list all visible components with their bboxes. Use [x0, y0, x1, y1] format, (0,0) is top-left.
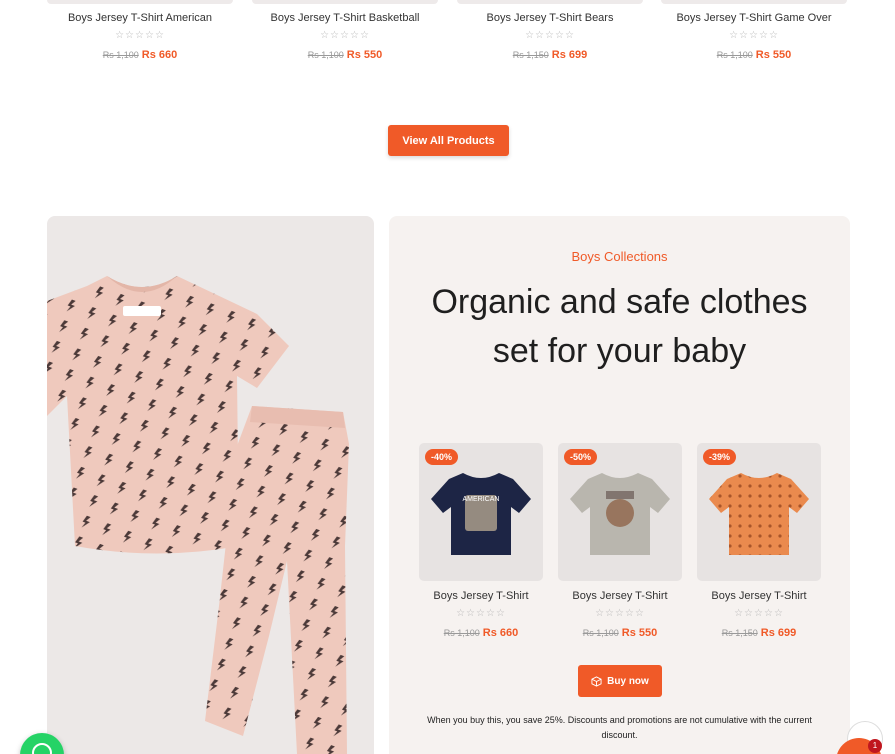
sale-price: Rs 550	[621, 627, 658, 639]
product-image[interactable]	[47, 0, 233, 4]
product-price: Rs 1,100 Rs 550	[661, 49, 847, 61]
product-title[interactable]: Boys Jersey T-Shirt	[558, 590, 682, 602]
buy-now-label: Buy now	[607, 675, 649, 687]
product-price: Rs 1,100 Rs 660	[419, 627, 543, 639]
product-image[interactable]: -39%	[697, 443, 821, 581]
collection-product-card[interactable]: -50% Boys Jersey T-Shirt ☆☆☆☆☆ Rs 1,100 R…	[558, 443, 682, 639]
old-price: Rs 1,100	[582, 628, 619, 638]
product-price: Rs 1,100 Rs 550	[252, 49, 438, 61]
rating-stars: ☆☆☆☆☆	[729, 30, 779, 41]
svg-text:AMERICAN: AMERICAN	[463, 496, 500, 503]
product-price: Rs 1,150 Rs 699	[697, 627, 821, 639]
product-price: Rs 1,100 Rs 550	[558, 627, 682, 639]
product-title[interactable]: Boys Jersey T-Shirt Game Over	[661, 12, 847, 24]
sale-price: Rs 550	[346, 49, 383, 61]
product-title[interactable]: Boys Jersey T-Shirt American	[47, 12, 233, 24]
collection-product-card[interactable]: -40% AMERICAN Boys Jersey T-Shirt ☆☆☆☆☆ …	[419, 443, 543, 639]
whatsapp-icon[interactable]	[20, 733, 64, 754]
buy-now-button[interactable]: Buy now	[578, 665, 662, 697]
collection-kicker: Boys Collections	[571, 249, 668, 264]
product-card[interactable]: Boys Jersey T-Shirt Bears ☆☆☆☆☆ Rs 1,150…	[457, 0, 643, 61]
old-price: Rs 1,150	[512, 50, 549, 60]
bundle-savings-note: When you buy this, you save 25%. Discoun…	[427, 715, 812, 740]
old-price: Rs 1,100	[307, 50, 344, 60]
cart-count-badge: 1	[868, 739, 882, 753]
product-title[interactable]: Boys Jersey T-Shirt	[697, 590, 821, 602]
sale-price: Rs 550	[755, 49, 792, 61]
sale-price: Rs 699	[760, 627, 797, 639]
discount-badge: -50%	[564, 449, 598, 465]
product-card[interactable]: Boys Jersey T-Shirt American ☆☆☆☆☆ Rs 1,…	[47, 0, 233, 61]
product-title[interactable]: Boys Jersey T-Shirt Basketball	[252, 12, 438, 24]
old-price: Rs 1,100	[102, 50, 139, 60]
product-price: Rs 1,150 Rs 699	[457, 49, 643, 61]
pajama-set-illustration	[47, 276, 349, 754]
rating-stars: ☆☆☆☆☆	[456, 608, 506, 619]
rating-stars: ☆☆☆☆☆	[525, 30, 575, 41]
product-image[interactable]: -50%	[558, 443, 682, 581]
product-card[interactable]: Boys Jersey T-Shirt Basketball ☆☆☆☆☆ Rs …	[252, 0, 438, 61]
old-price: Rs 1,100	[716, 50, 753, 60]
product-image[interactable]	[661, 0, 847, 4]
old-price: Rs 1,100	[443, 628, 480, 638]
sale-price: Rs 699	[551, 49, 588, 61]
product-card[interactable]: Boys Jersey T-Shirt Game Over ☆☆☆☆☆ Rs 1…	[661, 0, 847, 61]
product-price: Rs 1,100 Rs 660	[47, 49, 233, 61]
discount-badge: -40%	[425, 449, 459, 465]
top-product-row: Boys Jersey T-Shirt American ☆☆☆☆☆ Rs 1,…	[47, 0, 850, 80]
collection-product-card[interactable]: -39% Boys Jersey T-Shirt ☆☆☆☆☆ Rs 1,150 R…	[697, 443, 821, 639]
rating-stars: ☆☆☆☆☆	[115, 30, 165, 41]
product-title[interactable]: Boys Jersey T-Shirt	[419, 590, 543, 602]
view-all-products-button[interactable]: View All Products	[388, 125, 509, 156]
box-icon	[591, 675, 602, 687]
sale-price: Rs 660	[141, 49, 178, 61]
rating-stars: ☆☆☆☆☆	[734, 608, 784, 619]
discount-badge: -39%	[703, 449, 737, 465]
product-title[interactable]: Boys Jersey T-Shirt Bears	[457, 12, 643, 24]
product-image[interactable]: -40% AMERICAN	[419, 443, 543, 581]
rating-stars: ☆☆☆☆☆	[320, 30, 370, 41]
rating-stars: ☆☆☆☆☆	[595, 608, 645, 619]
collection-hero-image[interactable]	[47, 216, 374, 754]
old-price: Rs 1,150	[721, 628, 758, 638]
product-image[interactable]	[457, 0, 643, 4]
collection-panel: Boys Collections Organic and safe clothe…	[389, 216, 850, 754]
collection-headline: Organic and safe clothes set for your ba…	[431, 283, 808, 370]
sale-price: Rs 660	[482, 627, 519, 639]
product-image[interactable]	[252, 0, 438, 4]
whatsapp-glyph	[32, 743, 52, 754]
